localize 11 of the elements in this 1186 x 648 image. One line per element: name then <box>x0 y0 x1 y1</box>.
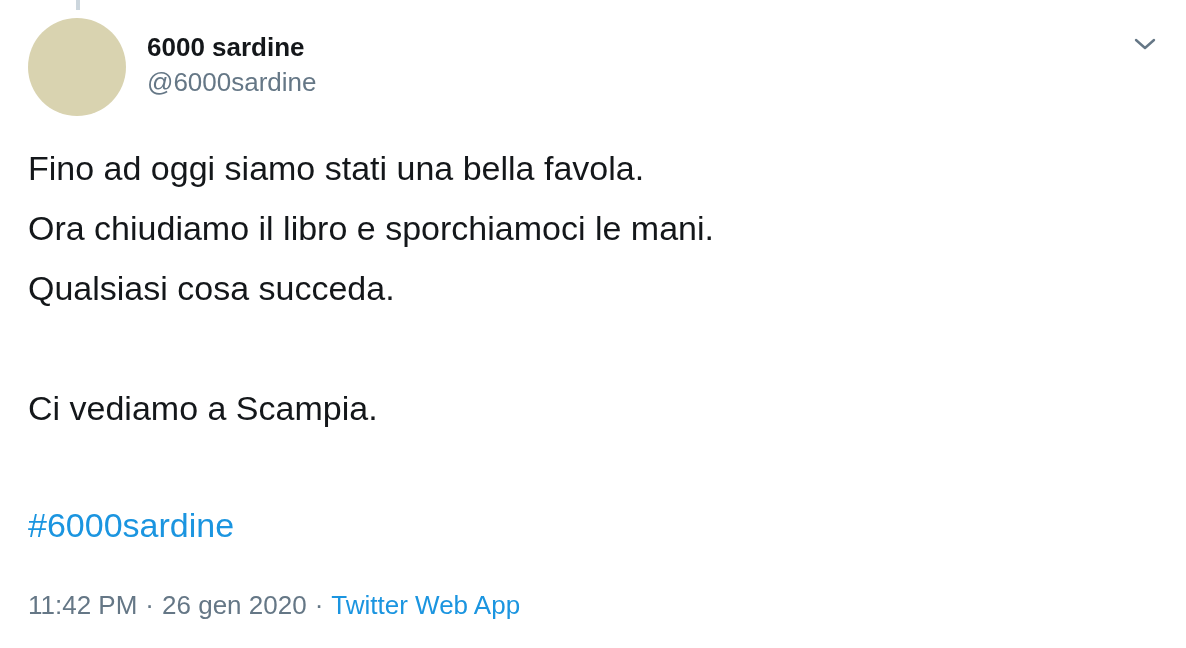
chevron-down-icon[interactable] <box>1134 38 1156 50</box>
tweet-paragraph: Fino ad oggi siamo stati una bella favola. Ora chiudiamo il libro e sporchiamoci le mani. Qualsiasi cosa succeda. <box>28 148 715 309</box>
separator-dot: · <box>145 589 155 622</box>
user-handle[interactable]: @6000sardine <box>147 64 317 100</box>
tweet-time[interactable]: 11:42 PM <box>28 587 138 623</box>
tweet-date[interactable]: 26 gen 2020 <box>162 587 307 623</box>
display-name[interactable]: 6000 sardine <box>147 30 317 64</box>
hashtag-link[interactable]: #6000sardine <box>28 495 235 555</box>
separator-dot: · <box>314 589 324 622</box>
source-link[interactable]: Twitter Web App <box>331 587 521 623</box>
tweet-paragraph: Ci vediamo a Scampia. <box>28 388 379 429</box>
